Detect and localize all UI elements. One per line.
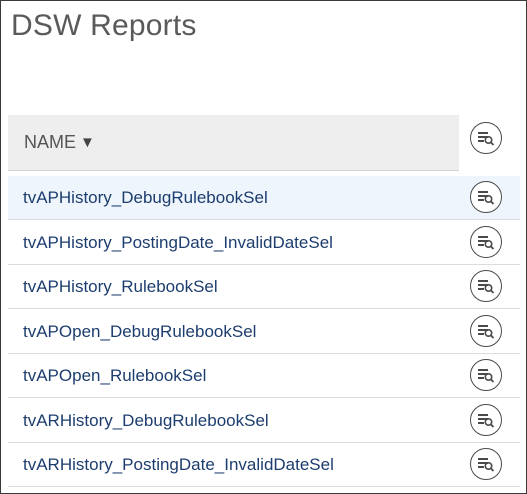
report-view-icon xyxy=(470,448,502,480)
report-view-icon xyxy=(470,359,502,391)
report-view-icon xyxy=(470,225,502,258)
page-title: DSW Reports xyxy=(11,9,197,42)
table-row: tvAPOpen_DebugRulebookSel xyxy=(8,310,520,354)
table-row: tvAPHistory_DebugRulebookSel xyxy=(8,176,520,220)
report-name-link[interactable]: tvAPOpen_RulebookSel xyxy=(23,354,206,398)
report-name-link[interactable]: tvARHistory_PostingDate_InvalidDateSel xyxy=(23,443,334,487)
report-name-link[interactable]: tvAPOpen_DebugRulebookSel xyxy=(23,310,256,354)
header-report-view-button[interactable] xyxy=(470,122,502,154)
report-name-link[interactable]: tvAPHistory_RulebookSel xyxy=(23,265,218,309)
report-name-link[interactable]: tvAPHistory_DebugRulebookSel xyxy=(23,176,268,220)
report-view-icon xyxy=(470,403,502,436)
row-report-view-button[interactable] xyxy=(470,225,502,258)
row-report-view-button[interactable] xyxy=(470,403,502,436)
table-row: tvAPOpen_RulebookSel xyxy=(8,354,520,398)
table-row: tvAPHistory_RulebookSel xyxy=(8,265,520,309)
row-report-view-button[interactable] xyxy=(470,448,502,480)
report-view-icon xyxy=(470,270,502,302)
row-report-view-button[interactable] xyxy=(470,359,502,391)
report-view-icon xyxy=(470,122,502,154)
row-report-view-button[interactable] xyxy=(470,181,502,213)
row-report-view-button[interactable] xyxy=(470,314,502,347)
report-name-link[interactable]: tvARHistory_DebugRulebookSel xyxy=(23,399,269,443)
table-header-row: NAME ▼ xyxy=(8,115,520,171)
sort-desc-icon: ▼ xyxy=(80,134,95,151)
report-view-icon xyxy=(470,181,502,213)
name-column-header[interactable]: NAME ▼ xyxy=(8,115,459,171)
table-row: tvARHistory_DebugRulebookSel xyxy=(8,399,520,443)
report-name-link[interactable]: tvAPHistory_PostingDate_InvalidDateSel xyxy=(23,221,333,265)
row-report-view-button[interactable] xyxy=(470,270,502,302)
name-column-label: NAME xyxy=(24,132,77,152)
report-view-icon xyxy=(470,314,502,347)
table-row: tvAPHistory_PostingDate_InvalidDateSel xyxy=(8,221,520,265)
reports-panel: DSW Reports NAME ▼ tvAPHistory_DebugRule… xyxy=(0,0,527,494)
table-row: tvARHistory_PostingDate_InvalidDateSel xyxy=(8,443,520,487)
